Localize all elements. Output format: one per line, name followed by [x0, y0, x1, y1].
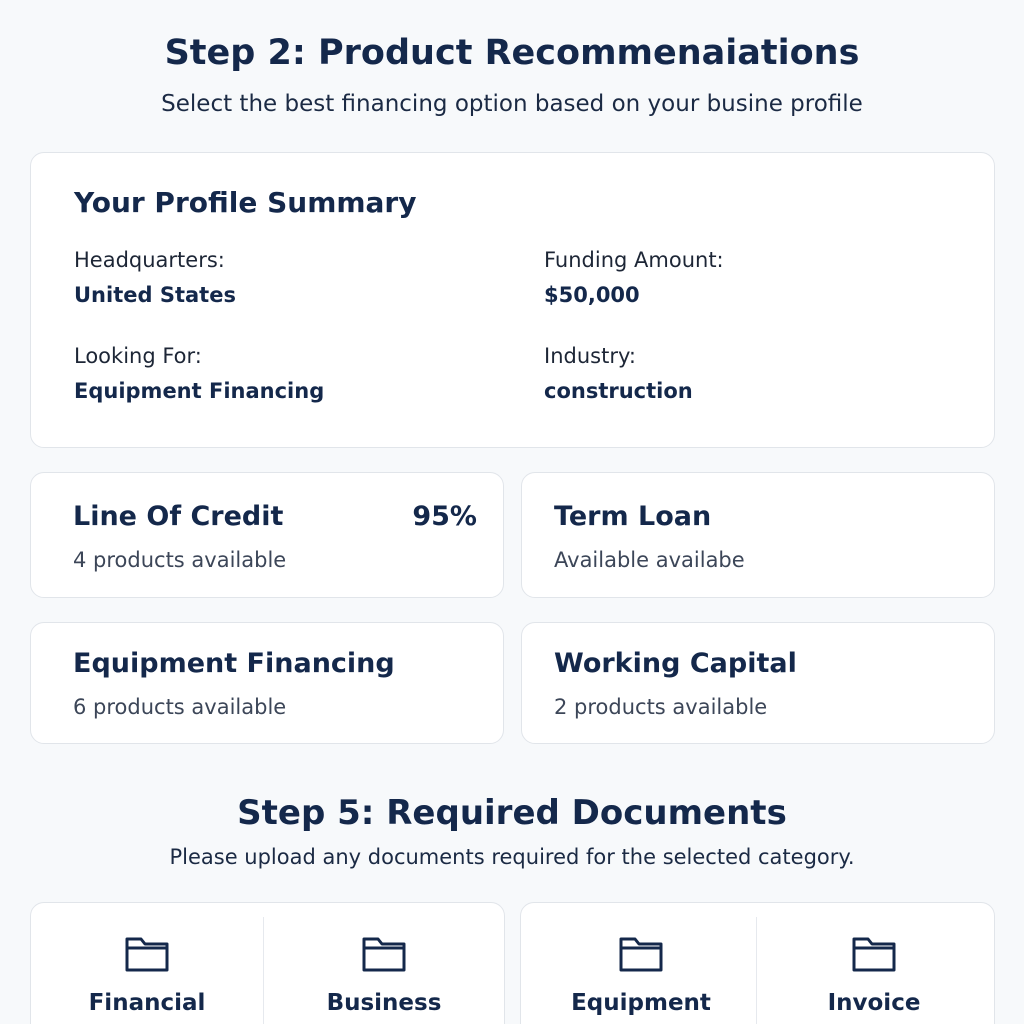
funding-amount-value: $50,000 — [544, 283, 640, 307]
document-tile-financial[interactable]: Financial — [31, 903, 263, 1024]
headquarters-label: Headquarters: — [74, 248, 225, 272]
document-label: Business — [326, 990, 442, 1016]
category-card-equipment-financing[interactable]: Equipment Financing 6 products available — [30, 622, 504, 744]
category-name: Equipment Financing — [73, 648, 395, 679]
document-group-card: Equipment Invoice — [520, 902, 995, 1024]
category-product-count: Available availabe — [554, 548, 745, 572]
category-name: Term Loan — [554, 501, 712, 532]
document-group-card: Financial Business — [30, 902, 505, 1024]
document-tile-business[interactable]: Business — [268, 903, 500, 1024]
profile-summary-heading: Your Profile Summary — [74, 186, 417, 219]
divider — [756, 917, 757, 1024]
financing-wizard-page: Step 2: Product Recommenaiations Select … — [0, 0, 1024, 1024]
category-card-working-capital[interactable]: Working Capital 2 products available — [521, 622, 995, 744]
folder-icon — [619, 937, 663, 972]
divider — [263, 917, 264, 1024]
looking-for-value: Equipment Financing — [74, 379, 325, 403]
category-name: Working Capital — [554, 648, 797, 679]
funding-amount-label: Funding Amount: — [544, 248, 724, 272]
industry-value: construction — [544, 379, 693, 403]
step2-title: Step 2: Product Recommenaiations — [164, 33, 860, 73]
category-card-line-of-credit[interactable]: Line Of Credit 95% 4 products available — [30, 472, 504, 598]
profile-summary-card: Your Profile Summary Headquarters: Unite… — [30, 152, 995, 448]
category-product-count: 2 products available — [554, 695, 768, 719]
folder-icon — [852, 937, 896, 972]
document-tile-equipment[interactable]: Equipment — [525, 903, 757, 1024]
category-card-term-loan[interactable]: Term Loan Available availabe — [521, 472, 995, 598]
match-score-badge: 95% — [412, 501, 477, 532]
document-label: Financial — [88, 990, 206, 1016]
folder-icon — [362, 937, 406, 972]
folder-icon — [125, 937, 169, 972]
document-tile-invoice[interactable]: Invoice — [758, 903, 990, 1024]
category-product-count: 6 products available — [73, 695, 287, 719]
step2-subtitle: Select the best financing option based o… — [161, 91, 863, 117]
looking-for-label: Looking For: — [74, 344, 202, 368]
headquarters-value: United States — [74, 283, 236, 307]
category-name: Line Of Credit — [73, 501, 284, 532]
step5-title: Step 5: Required Documents — [237, 793, 787, 833]
document-label: Equipment — [571, 990, 711, 1016]
step5-subtitle: Please upload any documents required for… — [169, 845, 855, 869]
category-product-count: 4 products available — [73, 548, 287, 572]
document-label: Invoice — [827, 990, 921, 1016]
industry-label: Industry: — [544, 344, 636, 368]
